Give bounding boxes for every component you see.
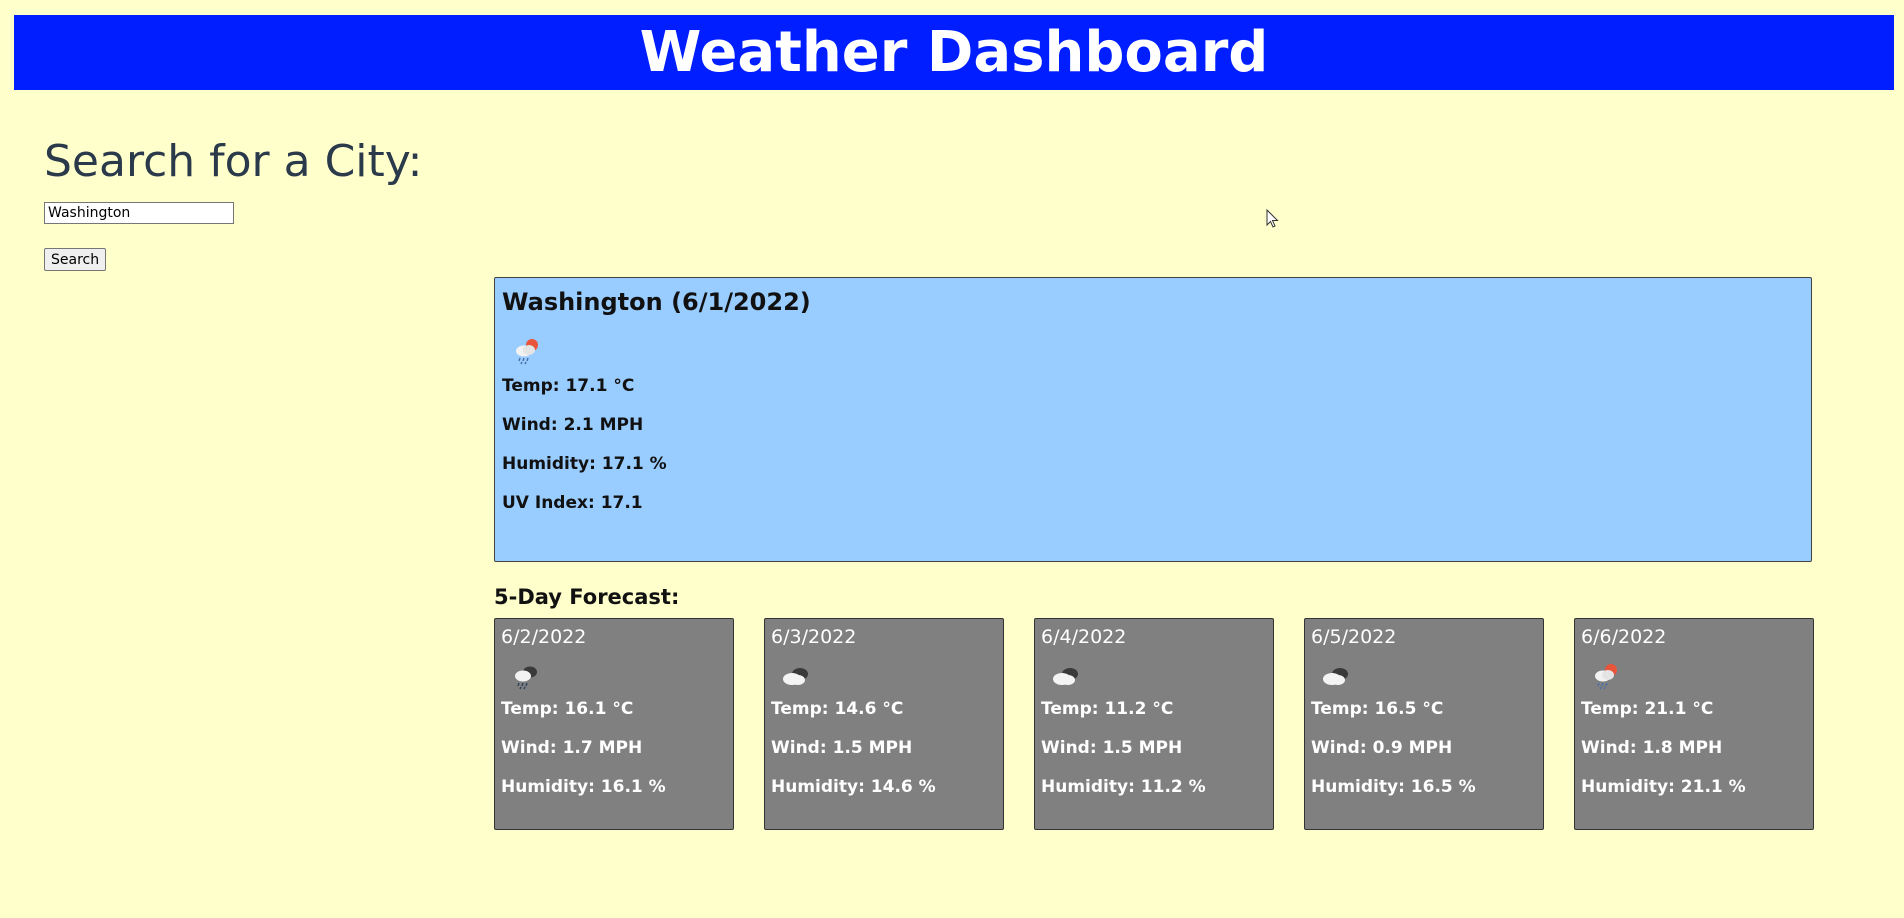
search-heading: Search for a City: [44, 136, 423, 187]
forecast-date: 6/3/2022 [771, 626, 857, 648]
forecast-card: 6/4/2022 Temp: 11.2 °C Wind: 1.5 MPH Hum… [1034, 618, 1274, 830]
forecast-card: 6/2/2022 Temp: 16.1 °C Wind: 1.7 MPH Hum… [494, 618, 734, 830]
forecast-wind: Wind: 0.9 MPH [1311, 738, 1453, 758]
app-header: Weather Dashboard [14, 15, 1894, 90]
forecast-card: 6/5/2022 Temp: 16.5 °C Wind: 0.9 MPH Hum… [1304, 618, 1544, 830]
search-panel: Search for a City: Search [44, 140, 422, 271]
forecast-date: 6/2/2022 [501, 626, 587, 648]
forecast-temp: Temp: 14.6 °C [771, 699, 904, 719]
forecast-humidity: Humidity: 14.6 % [771, 777, 936, 797]
forecast-wind: Wind: 1.8 MPH [1581, 738, 1723, 758]
current-wind: Wind: 2.1 MPH [502, 415, 644, 435]
broken-clouds-icon [1321, 661, 1351, 691]
current-humidity: Humidity: 17.1 % [502, 454, 667, 474]
forecast-temp: Temp: 16.1 °C [501, 699, 634, 719]
broken-clouds-icon [781, 661, 811, 691]
forecast-humidity: Humidity: 21.1 % [1581, 777, 1746, 797]
forecast-card: 6/3/2022 Temp: 14.6 °C Wind: 1.5 MPH Hum… [764, 618, 1004, 830]
forecast-wind: Wind: 1.7 MPH [501, 738, 643, 758]
current-uv-index: UV Index: 17.1 [502, 493, 643, 513]
app-title: Weather Dashboard [639, 19, 1269, 85]
forecast-temp: Temp: 16.5 °C [1311, 699, 1444, 719]
current-temp: Temp: 17.1 °C [502, 376, 635, 396]
forecast-heading: 5-Day Forecast: [494, 585, 680, 609]
forecast-date: 6/4/2022 [1041, 626, 1127, 648]
broken-clouds-icon [1051, 661, 1081, 691]
search-button[interactable]: Search [44, 248, 107, 271]
forecast-wind: Wind: 1.5 MPH [771, 738, 913, 758]
forecast-list: 6/2/2022 Temp: 16.1 °C Wind: 1.7 MPH Hum… [494, 618, 1814, 830]
rain-cloud-sun-icon [512, 336, 542, 366]
forecast-date: 6/5/2022 [1311, 626, 1397, 648]
rain-cloud-icon [511, 661, 541, 691]
current-city-date: Washington (6/1/2022) [502, 288, 811, 316]
forecast-humidity: Humidity: 11.2 % [1041, 777, 1206, 797]
city-search-input[interactable] [44, 202, 234, 224]
forecast-date: 6/6/2022 [1581, 626, 1667, 648]
forecast-wind: Wind: 1.5 MPH [1041, 738, 1183, 758]
current-weather-panel: Washington (6/1/2022) Temp: 17.1 °C Wind… [494, 277, 1812, 562]
rain-cloud-sun-icon [1591, 661, 1621, 691]
forecast-temp: Temp: 21.1 °C [1581, 699, 1714, 719]
mouse-pointer-icon [1266, 209, 1279, 228]
forecast-temp: Temp: 11.2 °C [1041, 699, 1174, 719]
forecast-card: 6/6/2022 Temp: 21.1 °C Wind: 1.8 MPH Hum… [1574, 618, 1814, 830]
forecast-humidity: Humidity: 16.1 % [501, 777, 666, 797]
forecast-humidity: Humidity: 16.5 % [1311, 777, 1476, 797]
